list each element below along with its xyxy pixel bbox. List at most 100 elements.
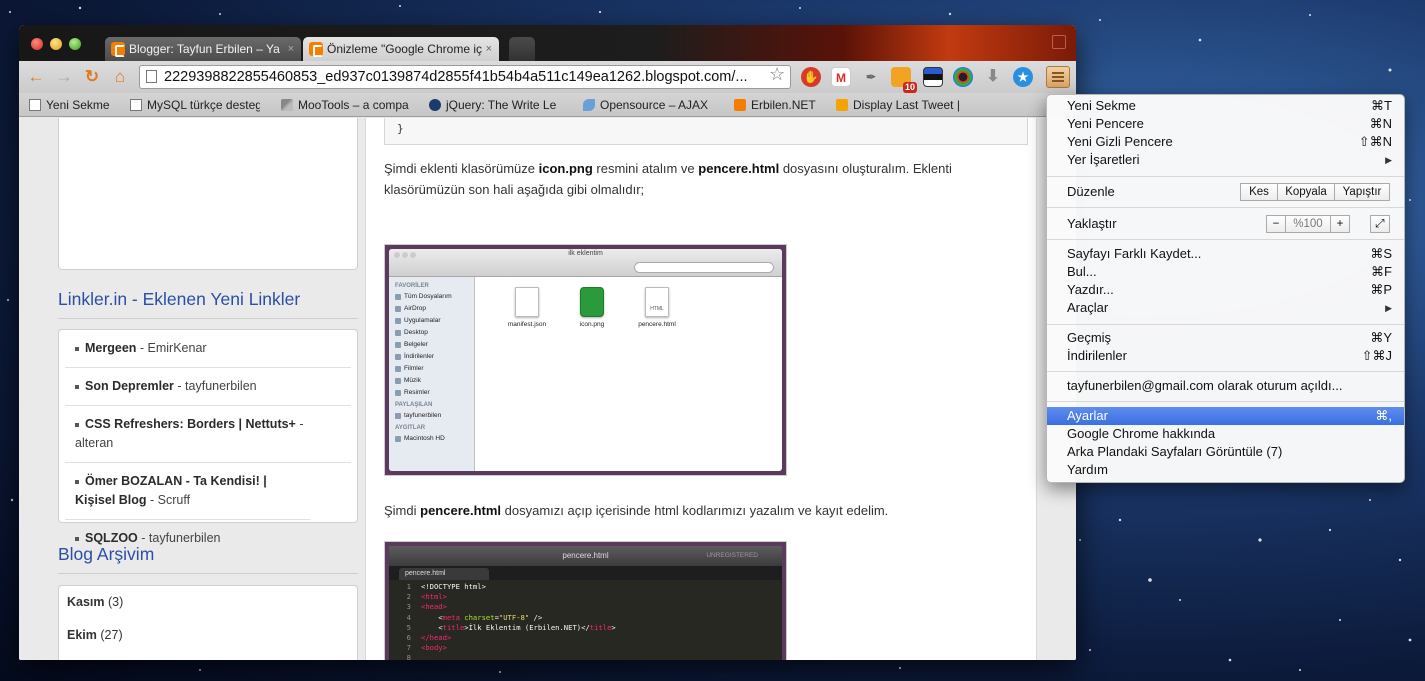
list-item[interactable]: Mergeen - EmirKenar — [65, 330, 351, 368]
archive-item[interactable]: Ekim (27) — [59, 619, 357, 652]
chrome-menu-button[interactable] — [1046, 66, 1070, 88]
badge-count: 10 — [902, 82, 917, 93]
menu-item-tools[interactable]: Araçlar ▶ — [1047, 299, 1404, 317]
fullscreen-icon[interactable]: ⤢ — [1370, 215, 1390, 233]
jquery-icon — [429, 99, 441, 111]
paste-button[interactable]: Yapıştır — [1334, 183, 1390, 201]
bookmark-item[interactable]: Erbilen.NET — [734, 96, 834, 114]
divider — [58, 573, 358, 574]
list-item[interactable]: CSS Refreshers: Borders | Nettuts+ - alt… — [65, 406, 351, 463]
menu-item-signed-in[interactable]: tayfunerbilen@gmail.com olarak oturum aç… — [1047, 377, 1404, 395]
color-picker-icon[interactable] — [953, 67, 973, 87]
menu-item-new-window[interactable]: Yeni Pencere ⌘N — [1047, 115, 1404, 133]
menu-item-print[interactable]: Yazdır... ⌘P — [1047, 281, 1404, 299]
bookmark-item[interactable]: jQuery: The Write Le — [429, 96, 565, 114]
zoom-window-button[interactable] — [69, 38, 81, 50]
code-block: } — [384, 118, 1028, 145]
pen-icon[interactable]: ✒ — [861, 67, 881, 87]
minimize-window-button[interactable] — [50, 38, 62, 50]
menu-item-settings[interactable]: Ayarlar ⌘, — [1047, 407, 1404, 425]
rss-icon[interactable]: 10 — [891, 67, 917, 93]
menu-separator — [1047, 207, 1404, 208]
menu-item-incognito[interactable]: Yeni Gizli Pencere ⇧⌘N — [1047, 133, 1404, 151]
file-icon: icon.png — [562, 287, 622, 328]
url-text: 2229398822855460853_ed937c0139874d2855f4… — [164, 69, 748, 85]
list-item[interactable]: Ömer BOZALAN - Ta Kendisi! | Kişisel Blo… — [65, 463, 310, 520]
menu-item-edit: Düzenle Kes Kopyala Yapıştır — [1047, 183, 1404, 201]
menu-item-zoom: Yaklaştır − %100 + ⤢ — [1047, 215, 1404, 233]
download-icon[interactable]: ⬇ — [983, 67, 1003, 87]
tab-close-button[interactable]: × — [288, 37, 294, 61]
finder-screenshot[interactable]: ilk eklentim FAVORİLER Tüm Dosyalarım Ai… — [385, 245, 786, 475]
archive-box: Kasım (3) Ekim (27) — [58, 585, 358, 660]
menu-item-bookmarks[interactable]: Yer İşaretleri ▶ — [1047, 151, 1404, 169]
forward-button[interactable]: → — [53, 66, 75, 88]
blogger-icon — [309, 42, 323, 57]
menu-separator — [1047, 324, 1404, 325]
menu-item-help[interactable]: Yardım — [1047, 461, 1404, 479]
editor-screenshot[interactable]: pencere.html UNREGISTERED pencere.html 1 <… — [385, 542, 786, 660]
tab-preview[interactable]: Önizleme "Google Chrome iç × — [303, 37, 499, 61]
tab-close-button[interactable]: × — [486, 37, 492, 61]
menu-item-history[interactable]: Geçmiş ⌘Y — [1047, 329, 1404, 347]
list-item[interactable]: Son Depremler - tayfunerbilen — [65, 368, 351, 406]
post-content: } Şimdi eklenti klasörümüze icon.png res… — [365, 118, 1037, 660]
menu-separator — [1047, 176, 1404, 177]
divider — [58, 318, 358, 319]
submenu-arrow-icon: ▶ — [1385, 155, 1392, 165]
back-button[interactable]: ← — [25, 66, 47, 88]
finder-sidebar: FAVORİLER Tüm Dosyalarım AirDrop Uygulam… — [389, 277, 475, 471]
submenu-arrow-icon: ▶ — [1385, 303, 1392, 313]
close-window-button[interactable] — [31, 38, 43, 50]
menu-item-new-tab[interactable]: Yeni Sekme ⌘T — [1047, 97, 1404, 115]
page-icon — [146, 70, 157, 83]
menu-item-downloads[interactable]: İndirilenler ⇧⌘J — [1047, 347, 1404, 365]
cut-button[interactable]: Kes — [1240, 183, 1278, 201]
bookmark-item[interactable]: MooTools – a compa — [281, 96, 411, 114]
browser-window: Blogger: Tayfun Erbilen – Ya × Önizleme … — [19, 25, 1076, 660]
paragraph: Şimdi pencere.html dosyamızı açıp içeris… — [384, 503, 889, 518]
reload-button[interactable]: ↻ — [81, 66, 103, 88]
menu-item-background-pages[interactable]: Arka Plandaki Sayfaları Görüntüle (7) — [1047, 443, 1404, 461]
opensource-icon — [583, 99, 595, 111]
zoom-out-button[interactable]: − — [1266, 215, 1286, 233]
bookmarks-bar: Yeni Sekme MySQL türkçe desteg MooTools … — [19, 93, 1076, 117]
flag-icon[interactable] — [923, 67, 943, 87]
new-tab-button[interactable] — [509, 37, 535, 61]
bookmark-star-icon[interactable]: ☆ — [769, 64, 785, 85]
links-box: Mergeen - EmirKenar Son Depremler - tayf… — [58, 329, 358, 545]
star-extension-icon[interactable]: ★ — [1013, 67, 1033, 87]
bookmark-item[interactable]: Opensource – AJAX — [583, 96, 721, 114]
adblock-icon[interactable]: ✋ — [801, 67, 821, 87]
file-icon: manifest.json — [497, 287, 557, 328]
menu-item-save-as[interactable]: Sayfayı Farklı Kaydet... ⌘S — [1047, 245, 1404, 263]
menu-separator — [1047, 371, 1404, 372]
fullscreen-icon[interactable] — [1052, 35, 1066, 49]
blogger-icon — [111, 42, 125, 57]
bookmark-item[interactable]: Display Last Tweet | — [836, 96, 966, 114]
sidebar-widget-box — [58, 118, 358, 270]
archive-item[interactable]: Kasım (3) — [59, 586, 357, 619]
gmail-icon[interactable]: M — [831, 67, 851, 87]
address-bar[interactable]: 2229398822855460853_ed937c0139874d2855f4… — [139, 65, 791, 89]
wrench-icon — [281, 99, 293, 111]
finder-search — [634, 262, 774, 273]
menu-item-find[interactable]: Bul... ⌘F — [1047, 263, 1404, 281]
bookmark-item[interactable]: MySQL türkçe desteg — [130, 96, 260, 114]
menu-separator — [1047, 401, 1404, 402]
links-title[interactable]: Linkler.in - Eklenen Yeni Linkler — [58, 289, 300, 310]
bookmark-item[interactable]: Yeni Sekme — [29, 96, 124, 114]
tab-title: Önizleme "Google Chrome iç — [327, 42, 482, 56]
zoom-level: %100 — [1285, 215, 1331, 233]
page-icon — [29, 99, 41, 111]
toolbar: ← → ↻ ⌂ 2229398822855460853_ed937c013987… — [19, 61, 1076, 93]
zoom-in-button[interactable]: + — [1330, 215, 1350, 233]
copy-button[interactable]: Kopyala — [1277, 183, 1335, 201]
code-editor: 1 <!DOCTYPE html> 2 <html> 3 <head> 4 <meta… — [406, 582, 616, 660]
home-button[interactable]: ⌂ — [109, 66, 131, 88]
tab-blogger[interactable]: Blogger: Tayfun Erbilen – Ya × — [105, 37, 301, 61]
menu-separator — [1047, 239, 1404, 240]
menu-item-about[interactable]: Google Chrome hakkında — [1047, 425, 1404, 443]
tab-title: Blogger: Tayfun Erbilen – Ya — [129, 42, 280, 56]
blogger-icon — [734, 99, 746, 111]
